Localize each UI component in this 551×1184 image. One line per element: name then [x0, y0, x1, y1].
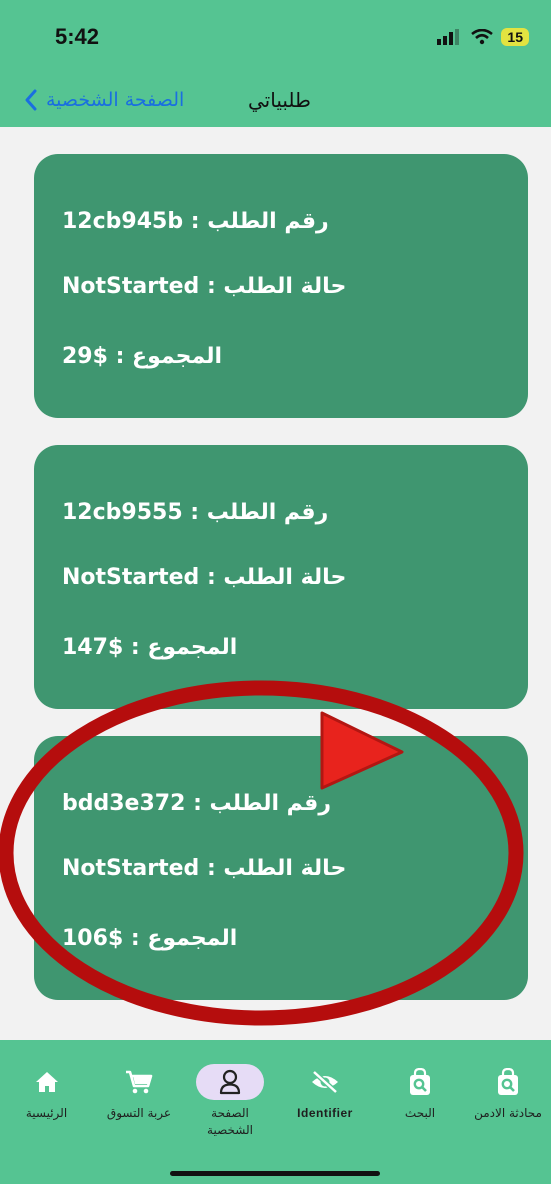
tab-cart-label: عربة التسوق	[106, 1106, 172, 1120]
order-card[interactable]: رقم الطلب : 12cb9555 حالة الطلب : NotSta…	[34, 445, 528, 709]
eye-off-icon	[310, 1064, 340, 1100]
home-icon	[35, 1064, 59, 1100]
tab-home-label: الرئيسية	[25, 1106, 68, 1120]
tab-identifier-label: Identifier	[297, 1106, 353, 1120]
order-id: رقم الطلب : 12cb945b	[62, 209, 329, 234]
status-time: 5:42	[55, 24, 100, 49]
order-status: حالة الطلب : NotStarted	[62, 565, 347, 590]
order-card[interactable]: رقم الطلب : bdd3e372 حالة الطلب : NotSta…	[34, 736, 528, 1000]
home-indicator	[170, 1171, 380, 1176]
battery-indicator: 15	[501, 28, 529, 46]
back-label: الصفحة الشخصية	[46, 89, 185, 111]
tab-cart[interactable]: عربة التسوق	[93, 1040, 185, 1122]
cart-icon	[125, 1064, 153, 1100]
orders-list: رقم الطلب : 12cb945b حالة الطلب : NotSta…	[0, 127, 551, 1040]
search-bag-icon	[496, 1064, 520, 1100]
tab-search-label: البحث	[404, 1106, 436, 1120]
order-total: المجموع : $147	[62, 635, 238, 660]
order-id: رقم الطلب : bdd3e372	[62, 791, 332, 816]
tab-profile-label: الصفحة الشخصية	[207, 1106, 253, 1137]
wifi-icon	[471, 29, 494, 45]
order-status: حالة الطلب : NotStarted	[62, 856, 347, 881]
status-icons: 15	[437, 26, 529, 48]
tab-search[interactable]: البحث	[375, 1040, 465, 1122]
tab-admin-chat[interactable]: محادثة الادمن	[458, 1040, 551, 1122]
chevron-left-icon	[25, 89, 37, 111]
order-id: رقم الطلب : 12cb9555	[62, 500, 329, 525]
order-status: حالة الطلب : NotStarted	[62, 274, 347, 299]
status-bar: 5:42 15	[0, 0, 551, 75]
tab-identifier[interactable]: Identifier	[275, 1040, 375, 1122]
person-icon	[196, 1064, 264, 1100]
order-total: المجموع : $106	[62, 926, 238, 951]
page-title: طلبياتي	[248, 88, 311, 112]
navigation-bar: الصفحة الشخصية طلبياتي	[0, 75, 551, 127]
tab-home[interactable]: الرئيسية	[0, 1040, 93, 1122]
tab-admin-chat-label: محادثة الادمن	[474, 1106, 542, 1120]
order-card[interactable]: رقم الطلب : 12cb945b حالة الطلب : NotSta…	[34, 154, 528, 418]
search-bag-icon	[408, 1064, 432, 1100]
order-total: المجموع : $29	[62, 344, 223, 369]
back-button[interactable]: الصفحة الشخصية	[24, 81, 184, 119]
tab-profile[interactable]: الصفحة الشخصية	[185, 1040, 275, 1139]
signal-icon	[437, 29, 460, 45]
tab-bar: الرئيسية عربة التسوق الصفحة الشخصية Iden…	[0, 1040, 551, 1184]
